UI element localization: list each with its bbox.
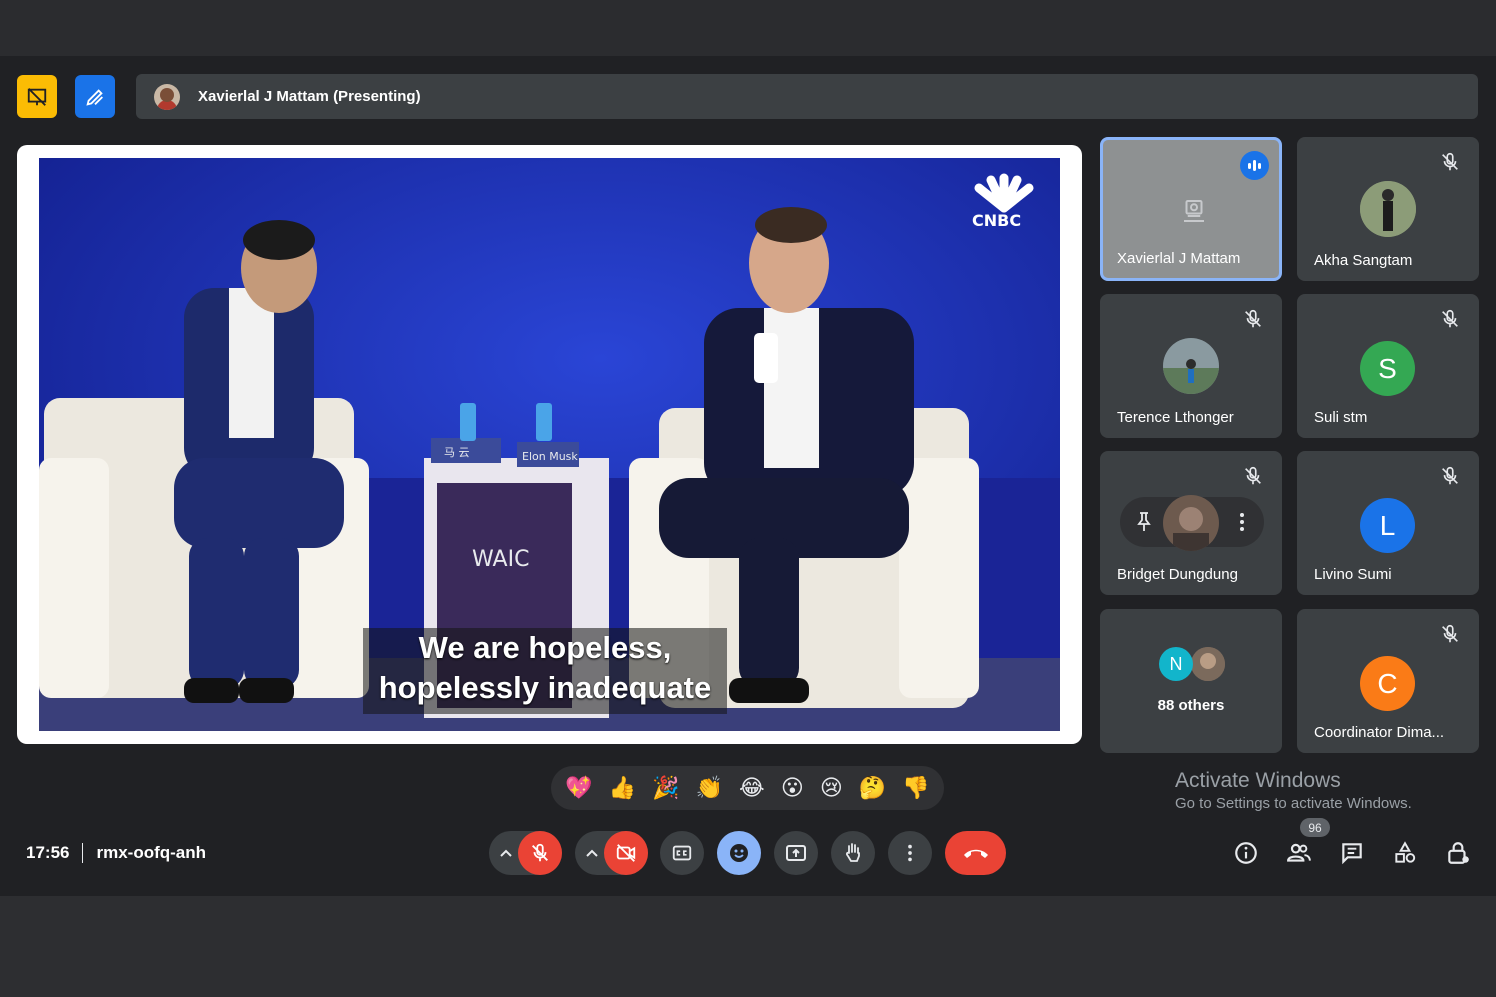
participant-tile[interactable]: Bridget Dungdung (1100, 451, 1282, 595)
others-tile[interactable]: N 88 others (1100, 609, 1282, 753)
participant-initial: L (1360, 498, 1415, 553)
caption-line-1: We are hopeless, (418, 630, 672, 665)
participant-tile[interactable]: Xavierlal J Mattam (1100, 137, 1282, 281)
presentation-off-icon (27, 87, 47, 106)
whiteboard-app-button[interactable] (75, 75, 115, 118)
meeting-time: 17:56 (26, 843, 70, 862)
captions-button[interactable] (660, 831, 704, 875)
participant-name: Suli stm (1314, 409, 1368, 426)
participant-tile[interactable]: C Coordinator Dima... (1297, 609, 1479, 753)
others-count: 88 others (1157, 697, 1225, 714)
placard-left: 马 云 (444, 446, 470, 459)
presenter-name: Xavierlal J Mattam (Presenting) (198, 88, 421, 105)
participant-name: Terence Lthonger (1117, 409, 1234, 426)
raise-hand-button[interactable] (831, 831, 875, 875)
participant-tile[interactable]: L Livino Sumi (1297, 451, 1479, 595)
camera-toggle-button[interactable] (604, 831, 648, 875)
host-controls-lock-icon[interactable] (1445, 840, 1471, 866)
participant-name: Bridget Dungdung (1117, 566, 1238, 583)
mic-off-icon (1245, 309, 1261, 328)
cnbc-logo-text: CNBC (972, 211, 1021, 230)
participant-avatar (1360, 181, 1416, 237)
camera-off-icon (616, 844, 636, 862)
reaction-thinking[interactable]: 🤔 (859, 776, 886, 801)
hand-icon (846, 843, 860, 862)
presenter-avatar (154, 83, 180, 110)
reaction-laugh[interactable]: 😂 (739, 776, 765, 801)
activate-windows-watermark: Activate Windows Go to Settings to activ… (1175, 769, 1412, 812)
participant-initial: S (1360, 341, 1415, 396)
people-icon[interactable] (1286, 840, 1312, 866)
caption-line-2: hopelessly inadequate (378, 670, 712, 705)
hang-up-icon (963, 849, 988, 858)
mic-off-icon (1245, 466, 1261, 485)
podium-logo: WAIC (472, 547, 529, 572)
more-vert-icon (908, 844, 912, 862)
mic-off-icon (1442, 624, 1458, 643)
video-options-chevron-icon[interactable] (584, 846, 600, 860)
stop-presenting-button[interactable] (17, 75, 57, 118)
participant-tile[interactable]: S Suli stm (1297, 294, 1479, 438)
speaking-indicator-icon (1240, 151, 1269, 180)
watermark-title: Activate Windows (1175, 769, 1341, 792)
participant-avatar (1163, 338, 1219, 394)
participant-avatar (1163, 495, 1219, 551)
audio-options-chevron-icon[interactable] (498, 846, 514, 860)
meeting-code[interactable]: rmx-oofq-anh (96, 843, 206, 863)
reaction-surprised[interactable]: 😮 (781, 776, 804, 801)
placard-right: Elon Musk (522, 450, 578, 463)
leave-call-button[interactable] (945, 831, 1006, 875)
pencil-icon (86, 88, 103, 106)
more-options-button[interactable] (888, 831, 932, 875)
mic-off-icon (1442, 309, 1458, 328)
closed-captions-icon (672, 845, 692, 861)
bottom-strip (0, 896, 1496, 997)
mic-toggle-button[interactable] (518, 831, 562, 875)
watermark-subtitle: Go to Settings to activate Windows. (1175, 795, 1412, 812)
meeting-details: 17:56 rmx-oofq-anh (26, 843, 206, 863)
participant-name: Livino Sumi (1314, 566, 1392, 583)
participant-tile[interactable]: Akha Sangtam (1297, 137, 1479, 281)
participant-name: Coordinator Dima... (1314, 724, 1445, 741)
mic-off-icon (1442, 152, 1458, 171)
presenting-icon (1184, 200, 1204, 222)
divider (82, 843, 84, 863)
reaction-clap[interactable]: 👏 (696, 776, 723, 801)
reaction-thumbs-down[interactable]: 👎 (902, 776, 929, 801)
presenter-bar[interactable]: Xavierlal J Mattam (Presenting) (136, 74, 1478, 119)
top-strip (0, 0, 1496, 56)
people-count-badge: 96 (1300, 818, 1330, 837)
others-initial: N (1159, 647, 1193, 681)
shared-video: 马 云 Elon Musk WAIC CNBC We are hopeless, (39, 158, 1060, 731)
video-caption: We are hopeless, hopelessly inadequate (363, 628, 727, 714)
participant-name: Akha Sangtam (1314, 252, 1413, 269)
activities-icon[interactable] (1392, 840, 1418, 866)
reactions-bar: 💖 👍 🎉 👏 😂 😮 😢 🤔 👎 (551, 766, 944, 810)
meeting-info-icon[interactable] (1233, 840, 1259, 866)
reaction-party[interactable]: 🎉 (652, 776, 679, 801)
present-screen-icon (786, 845, 806, 861)
participant-initial: C (1360, 656, 1415, 711)
reaction-sad[interactable]: 😢 (820, 776, 843, 801)
others-avatar (1191, 647, 1225, 681)
participant-tile[interactable]: Terence Lthonger (1100, 294, 1282, 438)
pin-icon[interactable] (1132, 510, 1156, 534)
reactions-button[interactable] (717, 831, 761, 875)
present-now-button[interactable] (774, 831, 818, 875)
reaction-thumbs-up[interactable]: 👍 (609, 776, 636, 801)
chat-icon[interactable] (1339, 840, 1365, 866)
participant-name: Xavierlal J Mattam (1117, 250, 1241, 267)
mic-off-icon (532, 843, 548, 862)
reaction-heart[interactable]: 💖 (565, 776, 592, 801)
emoji-icon (730, 844, 748, 862)
more-options-icon[interactable] (1230, 510, 1254, 534)
mic-off-icon (1442, 466, 1458, 485)
